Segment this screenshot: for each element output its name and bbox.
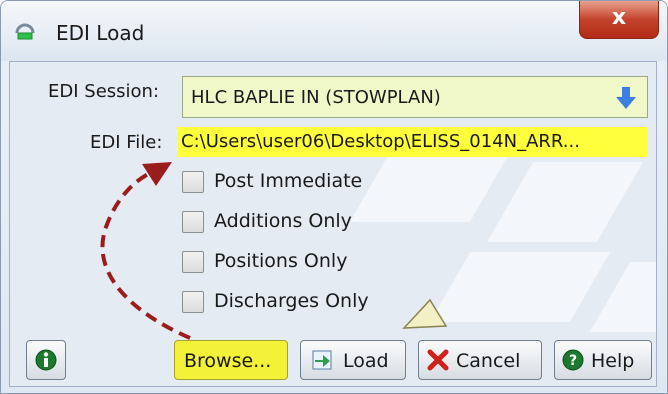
cancel-label: Cancel — [456, 350, 521, 372]
help-icon: ? — [562, 349, 584, 371]
load-label: Load — [343, 350, 389, 372]
mouse-pointer-icon — [402, 298, 448, 329]
window-title: EDI Load — [56, 21, 145, 45]
close-button[interactable]: x — [579, 1, 659, 39]
cancel-button[interactable]: Cancel — [418, 340, 542, 380]
edi-load-window: EDI Load x EDI Session: HLC BAPLIE IN (S… — [0, 0, 668, 394]
help-label: Help — [591, 350, 635, 372]
info-icon — [35, 349, 57, 371]
load-icon — [312, 350, 332, 370]
app-icon — [15, 23, 35, 40]
browse-label: Browse... — [184, 350, 272, 372]
load-button[interactable]: Load — [300, 340, 406, 380]
browse-button[interactable]: Browse... — [174, 340, 288, 380]
title-bar: EDI Load x — [1, 1, 667, 61]
help-button[interactable]: ? Help — [554, 340, 652, 380]
close-x-icon — [427, 349, 449, 371]
close-icon: x — [611, 5, 627, 30]
svg-text:?: ? — [569, 353, 577, 369]
annotation-arrow — [100, 162, 191, 340]
info-button[interactable] — [26, 340, 66, 380]
dialog-body: EDI Session: HLC BAPLIE IN (STOWPLAN) ED… — [9, 61, 657, 387]
